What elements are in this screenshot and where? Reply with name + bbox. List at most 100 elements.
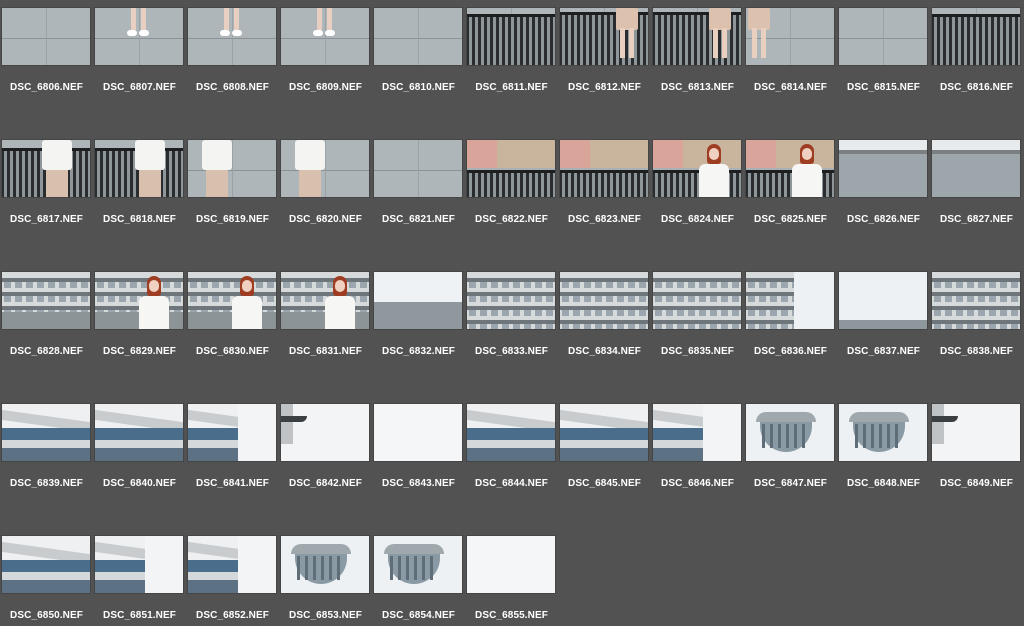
- thumbnail-image[interactable]: [467, 140, 555, 197]
- thumbnail-image[interactable]: [95, 8, 183, 65]
- thumbnail-image[interactable]: [467, 536, 555, 593]
- thumbnail-item[interactable]: DSC_6836.NEF: [744, 264, 837, 374]
- thumbnail-image[interactable]: [374, 404, 462, 461]
- thumbnail-image[interactable]: [932, 272, 1020, 329]
- thumbnail-item[interactable]: DSC_6846.NEF: [651, 396, 744, 506]
- thumbnail-item[interactable]: DSC_6853.NEF: [279, 528, 372, 626]
- thumbnail-image[interactable]: [560, 140, 648, 197]
- thumbnail-item[interactable]: DSC_6807.NEF: [93, 0, 186, 110]
- thumbnail-image[interactable]: [2, 140, 90, 197]
- thumbnail-image[interactable]: [467, 404, 555, 461]
- thumbnail-item[interactable]: DSC_6854.NEF: [372, 528, 465, 626]
- thumbnail-image[interactable]: [746, 272, 834, 329]
- thumbnail-image[interactable]: [281, 272, 369, 329]
- thumbnail-item[interactable]: DSC_6833.NEF: [465, 264, 558, 374]
- thumbnail-item[interactable]: DSC_6842.NEF: [279, 396, 372, 506]
- thumbnail-image[interactable]: [188, 272, 276, 329]
- thumbnail-image[interactable]: [653, 140, 741, 197]
- thumbnail-item[interactable]: DSC_6838.NEF: [930, 264, 1023, 374]
- thumbnail-image[interactable]: [746, 8, 834, 65]
- thumbnail-item[interactable]: DSC_6816.NEF: [930, 0, 1023, 110]
- thumbnail-image[interactable]: [188, 8, 276, 65]
- thumbnail-image[interactable]: [188, 536, 276, 593]
- thumbnail-image[interactable]: [839, 404, 927, 461]
- thumbnail-item[interactable]: DSC_6851.NEF: [93, 528, 186, 626]
- thumbnail-item[interactable]: DSC_6850.NEF: [0, 528, 93, 626]
- thumbnail-item[interactable]: DSC_6848.NEF: [837, 396, 930, 506]
- thumbnail-item[interactable]: DSC_6852.NEF: [186, 528, 279, 626]
- thumbnail-image[interactable]: [746, 140, 834, 197]
- thumbnail-item[interactable]: DSC_6835.NEF: [651, 264, 744, 374]
- thumbnail-image[interactable]: [374, 8, 462, 65]
- thumbnail-image[interactable]: [653, 272, 741, 329]
- thumbnail-image[interactable]: [2, 404, 90, 461]
- thumbnail-item[interactable]: DSC_6820.NEF: [279, 132, 372, 242]
- thumbnail-item[interactable]: DSC_6840.NEF: [93, 396, 186, 506]
- thumbnail-item[interactable]: DSC_6814.NEF: [744, 0, 837, 110]
- thumbnail-image[interactable]: [560, 272, 648, 329]
- thumbnail-item[interactable]: DSC_6812.NEF: [558, 0, 651, 110]
- thumbnail-item[interactable]: DSC_6818.NEF: [93, 132, 186, 242]
- thumbnail-image[interactable]: [653, 8, 741, 65]
- thumbnail-item[interactable]: DSC_6844.NEF: [465, 396, 558, 506]
- thumbnail-item[interactable]: DSC_6830.NEF: [186, 264, 279, 374]
- thumbnail-item[interactable]: DSC_6839.NEF: [0, 396, 93, 506]
- thumbnail-item[interactable]: DSC_6826.NEF: [837, 132, 930, 242]
- thumbnail-item[interactable]: DSC_6843.NEF: [372, 396, 465, 506]
- thumbnail-image[interactable]: [95, 272, 183, 329]
- thumbnail-item[interactable]: DSC_6824.NEF: [651, 132, 744, 242]
- thumbnail-item[interactable]: DSC_6811.NEF: [465, 0, 558, 110]
- thumbnail-item[interactable]: DSC_6817.NEF: [0, 132, 93, 242]
- thumbnail-image[interactable]: [374, 272, 462, 329]
- thumbnail-image[interactable]: [374, 536, 462, 593]
- thumbnail-image[interactable]: [932, 404, 1020, 461]
- thumbnail-item[interactable]: DSC_6849.NEF: [930, 396, 1023, 506]
- thumbnail-item[interactable]: DSC_6813.NEF: [651, 0, 744, 110]
- thumbnail-item[interactable]: DSC_6806.NEF: [0, 0, 93, 110]
- thumbnail-image[interactable]: [95, 140, 183, 197]
- thumbnail-image[interactable]: [281, 140, 369, 197]
- thumbnail-item[interactable]: DSC_6810.NEF: [372, 0, 465, 110]
- thumbnail-image[interactable]: [839, 140, 927, 197]
- thumbnail-image[interactable]: [188, 140, 276, 197]
- thumbnail-item[interactable]: DSC_6815.NEF: [837, 0, 930, 110]
- thumbnail-item[interactable]: DSC_6834.NEF: [558, 264, 651, 374]
- thumbnail-item[interactable]: DSC_6847.NEF: [744, 396, 837, 506]
- thumbnail-item[interactable]: DSC_6828.NEF: [0, 264, 93, 374]
- thumbnail-image[interactable]: [281, 8, 369, 65]
- thumbnail-item[interactable]: DSC_6827.NEF: [930, 132, 1023, 242]
- thumbnail-image[interactable]: [374, 140, 462, 197]
- thumbnail-item[interactable]: DSC_6823.NEF: [558, 132, 651, 242]
- thumbnail-image[interactable]: [281, 404, 369, 461]
- thumbnail-image[interactable]: [653, 404, 741, 461]
- thumbnail-item[interactable]: DSC_6829.NEF: [93, 264, 186, 374]
- thumbnail-image[interactable]: [467, 272, 555, 329]
- thumbnail-item[interactable]: DSC_6845.NEF: [558, 396, 651, 506]
- thumbnail-image[interactable]: [2, 8, 90, 65]
- thumbnail-image[interactable]: [281, 536, 369, 593]
- thumbnail-item[interactable]: DSC_6822.NEF: [465, 132, 558, 242]
- thumbnail-item[interactable]: DSC_6808.NEF: [186, 0, 279, 110]
- thumbnail-item[interactable]: DSC_6855.NEF: [465, 528, 558, 626]
- thumbnail-image[interactable]: [560, 404, 648, 461]
- thumbnail-item[interactable]: DSC_6832.NEF: [372, 264, 465, 374]
- thumbnail-image[interactable]: [746, 404, 834, 461]
- thumbnail-item[interactable]: DSC_6841.NEF: [186, 396, 279, 506]
- thumbnail-image[interactable]: [932, 140, 1020, 197]
- thumbnail-image[interactable]: [467, 8, 555, 65]
- thumbnail-item[interactable]: DSC_6825.NEF: [744, 132, 837, 242]
- thumbnail-image[interactable]: [560, 8, 648, 65]
- thumbnail-item[interactable]: DSC_6821.NEF: [372, 132, 465, 242]
- thumbnail-item[interactable]: DSC_6837.NEF: [837, 264, 930, 374]
- thumbnail-image[interactable]: [2, 272, 90, 329]
- thumbnail-image[interactable]: [95, 404, 183, 461]
- thumbnail-item[interactable]: DSC_6809.NEF: [279, 0, 372, 110]
- thumbnail-image[interactable]: [932, 8, 1020, 65]
- thumbnail-image[interactable]: [95, 536, 183, 593]
- thumbnail-image[interactable]: [839, 8, 927, 65]
- thumbnail-image[interactable]: [839, 272, 927, 329]
- thumbnail-item[interactable]: DSC_6831.NEF: [279, 264, 372, 374]
- thumbnail-image[interactable]: [2, 536, 90, 593]
- thumbnail-item[interactable]: DSC_6819.NEF: [186, 132, 279, 242]
- thumbnail-image[interactable]: [188, 404, 276, 461]
